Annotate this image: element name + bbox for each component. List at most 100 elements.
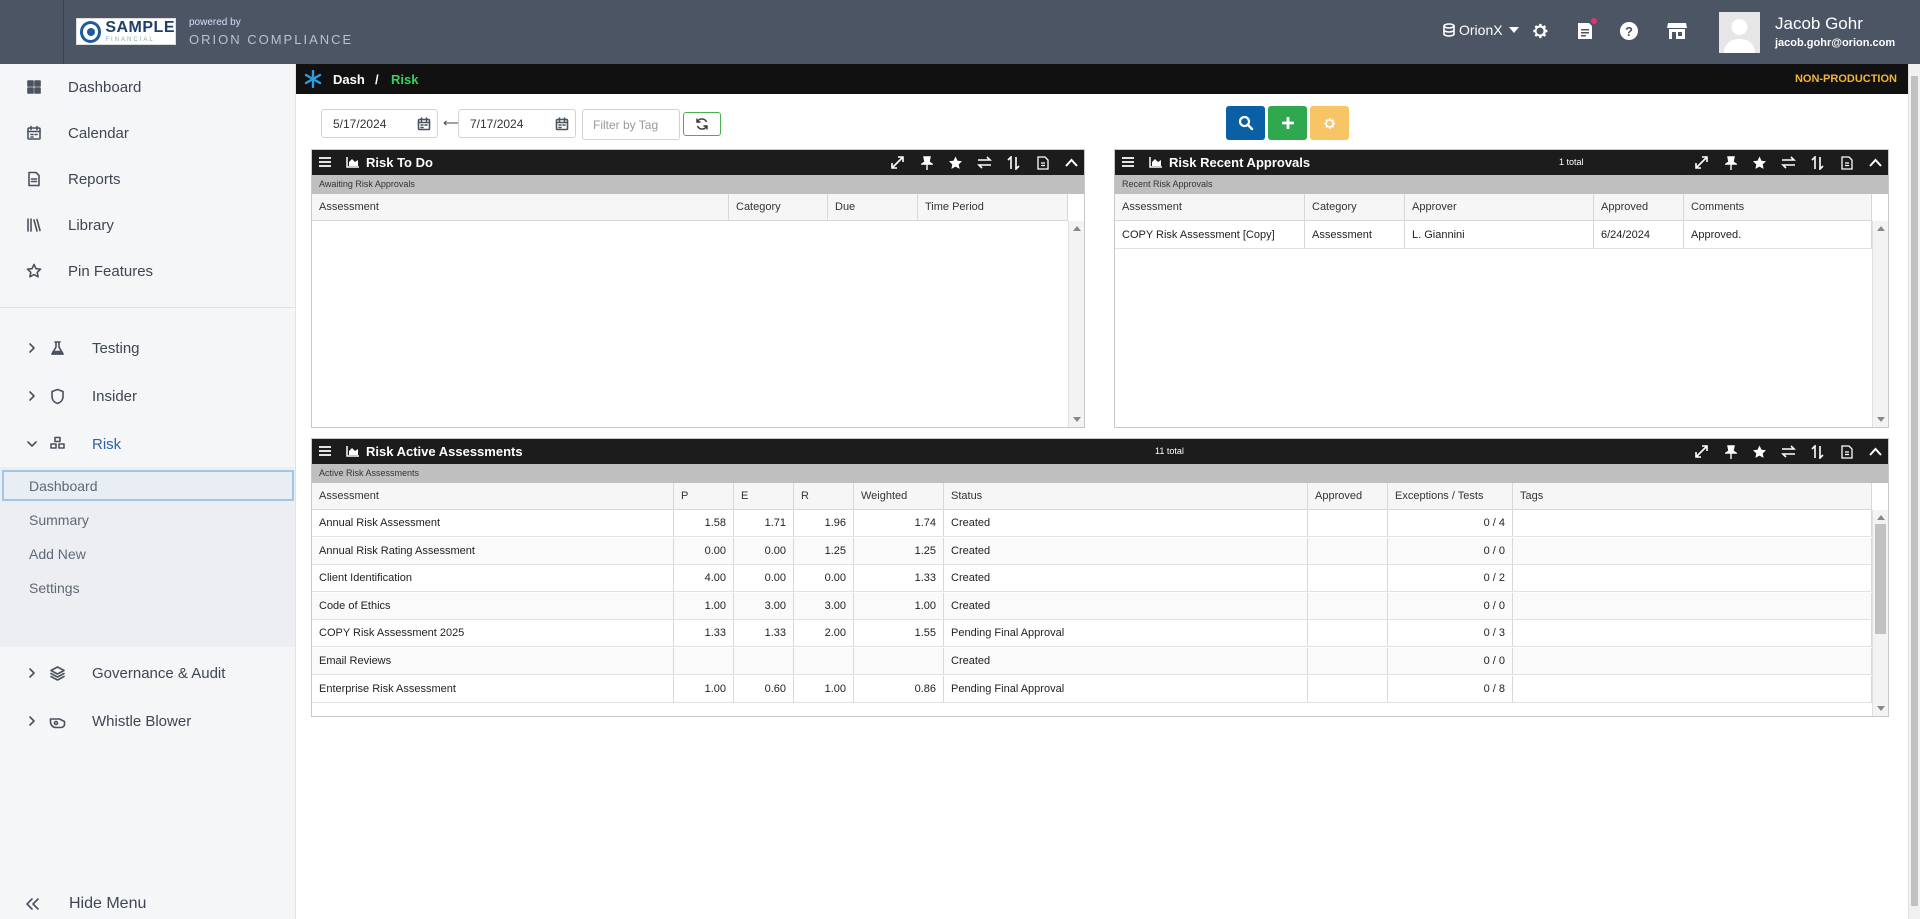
add-button[interactable] — [1268, 106, 1307, 140]
table-row[interactable]: Client Identification 4.00 0.00 0.00 1.33 Cre… — [312, 565, 1872, 593]
column-header-p[interactable]: P — [674, 483, 734, 509]
page-scrollbar-thumb[interactable] — [1911, 76, 1918, 906]
cell-weighted: 1.33 — [854, 565, 944, 592]
expand-icon[interactable] — [889, 154, 906, 171]
pin-icon[interactable] — [1722, 154, 1739, 171]
column-header-e[interactable]: E — [734, 483, 794, 509]
table-row[interactable]: Annual Risk Rating Assessment 0.00 0.00 1.2… — [312, 537, 1872, 565]
table-row[interactable]: COPY Risk Assessment 2025 1.33 1.33 2.00 1.5… — [312, 620, 1872, 648]
start-date-input[interactable]: 5/17/2024 — [321, 109, 438, 138]
scroll-up-icon[interactable] — [1877, 226, 1885, 231]
export-document-icon[interactable] — [1838, 443, 1855, 460]
export-document-icon[interactable] — [1838, 154, 1855, 171]
subnav-item-dashboard[interactable]: Dashboard — [2, 470, 294, 501]
notes-icon[interactable] — [1574, 17, 1598, 42]
column-header-due[interactable]: Due — [828, 194, 918, 220]
expand-icon[interactable] — [1693, 154, 1710, 171]
search-button[interactable] — [1226, 106, 1265, 140]
collapse-icon[interactable] — [1867, 443, 1884, 460]
star-icon[interactable] — [1751, 443, 1768, 460]
avatar[interactable] — [1719, 12, 1760, 53]
column-header-approver[interactable]: Approver — [1405, 194, 1594, 220]
sidebar-item-library[interactable]: Library — [0, 205, 295, 245]
sidebar-group-governance-audit[interactable]: Governance & Audit — [0, 653, 295, 693]
scroll-thumb[interactable] — [1875, 524, 1886, 634]
scroll-down-icon[interactable] — [1877, 706, 1885, 711]
sidebar-group-testing[interactable]: Testing — [0, 328, 295, 368]
pin-icon[interactable] — [918, 154, 935, 171]
database-selector[interactable]: OrionX — [1443, 22, 1519, 38]
column-header-assessment[interactable]: Assessment — [1115, 194, 1305, 220]
star-icon[interactable] — [947, 154, 964, 171]
column-header-tags[interactable]: Tags — [1513, 483, 1872, 509]
page-scrollbar[interactable] — [1908, 64, 1920, 919]
calendar-icon[interactable] — [417, 117, 431, 131]
star-icon[interactable] — [1751, 154, 1768, 171]
sidebar-item-calendar[interactable]: Calendar — [0, 113, 295, 153]
cell-exceptions-tests: 0 / 8 — [1388, 675, 1513, 702]
sort-vertical-icon[interactable] — [1809, 154, 1826, 171]
hamburger-menu-icon[interactable] — [318, 156, 332, 168]
grid-scrollbar[interactable] — [1872, 510, 1888, 716]
table-row[interactable]: Annual Risk Assessment 1.58 1.71 1.96 1.74 Cr… — [312, 510, 1872, 537]
table-row[interactable]: Enterprise Risk Assessment 1.00 0.60 1.00 0.… — [312, 675, 1872, 703]
column-header-time-period[interactable]: Time Period — [918, 194, 1068, 220]
sidebar-item-reports[interactable]: Reports — [0, 159, 295, 199]
table-row[interactable]: Email Reviews Created 0 / 0 — [312, 648, 1872, 675]
swap-horizontal-icon[interactable] — [1780, 443, 1797, 460]
collapse-icon[interactable] — [1867, 154, 1884, 171]
pin-icon[interactable] — [1722, 443, 1739, 460]
breadcrumb-dash[interactable]: Dash — [333, 72, 365, 87]
column-header-assessment[interactable]: Assessment — [312, 483, 674, 509]
export-document-icon[interactable] — [1034, 154, 1051, 171]
cell-exceptions-tests: 0 / 3 — [1388, 620, 1513, 647]
sidebar-item-label: Calendar — [68, 124, 129, 142]
subnav-item-summary[interactable]: Summary — [2, 504, 294, 535]
end-date-input[interactable]: 7/17/2024 — [458, 109, 576, 138]
sidebar-item-dashboard[interactable]: Dashboard — [0, 67, 295, 107]
table-row[interactable]: Code of Ethics 1.00 3.00 3.00 1.00 Created 0 /… — [312, 592, 1872, 620]
column-header-weighted[interactable]: Weighted — [854, 483, 944, 509]
gear-icon[interactable] — [1529, 20, 1551, 42]
hide-menu-button[interactable]: Hide Menu — [0, 884, 295, 919]
subnav-item-add-new[interactable]: Add New — [2, 538, 294, 569]
column-header-r[interactable]: R — [794, 483, 854, 509]
sidebar-group-whistle-blower[interactable]: Whistle Blower — [0, 701, 295, 741]
grid-scrollbar[interactable] — [1872, 221, 1888, 427]
column-header-status[interactable]: Status — [944, 483, 1308, 509]
column-header-category[interactable]: Category — [1305, 194, 1405, 220]
scroll-down-icon[interactable] — [1073, 417, 1081, 422]
tag-filter-input[interactable]: Filter by Tag — [582, 109, 680, 140]
sidebar-group-insider[interactable]: Insider — [0, 376, 295, 416]
subnav-item-settings[interactable]: Settings — [2, 572, 294, 603]
scroll-up-icon[interactable] — [1073, 226, 1081, 231]
grid-scrollbar[interactable] — [1068, 221, 1084, 427]
scroll-up-icon[interactable] — [1877, 515, 1885, 520]
user-name[interactable]: Jacob Gohr — [1775, 14, 1863, 34]
sidebar-item-pin-features[interactable]: Pin Features — [0, 251, 295, 291]
column-header-approved[interactable]: Approved — [1594, 194, 1684, 220]
column-header-approved[interactable]: Approved — [1308, 483, 1388, 509]
company-logo[interactable]: SAMPLE FINANCIAL — [76, 18, 176, 45]
swap-horizontal-icon[interactable] — [1780, 154, 1797, 171]
collapse-icon[interactable] — [1063, 154, 1080, 171]
help-icon[interactable]: ? — [1618, 20, 1640, 42]
sort-vertical-icon[interactable] — [1809, 443, 1826, 460]
expand-icon[interactable] — [1693, 443, 1710, 460]
hamburger-menu-icon[interactable] — [318, 445, 332, 457]
store-icon[interactable] — [1666, 20, 1688, 42]
swap-horizontal-icon[interactable] — [976, 154, 993, 171]
cell-p: 0.00 — [674, 537, 734, 564]
scroll-down-icon[interactable] — [1877, 417, 1885, 422]
column-header-assessment[interactable]: Assessment — [312, 194, 729, 220]
refresh-button[interactable] — [683, 112, 721, 136]
sidebar-group-risk[interactable]: Risk — [0, 424, 295, 464]
column-header-exceptions-tests[interactable]: Exceptions / Tests — [1388, 483, 1513, 509]
sort-vertical-icon[interactable] — [1005, 154, 1022, 171]
column-header-comments[interactable]: Comments — [1684, 194, 1872, 220]
calendar-icon[interactable] — [555, 117, 569, 131]
table-row[interactable]: COPY Risk Assessment [Copy] Assessment L… — [1115, 221, 1872, 249]
settings-button[interactable] — [1310, 106, 1349, 140]
hamburger-menu-icon[interactable] — [1121, 156, 1135, 168]
column-header-category[interactable]: Category — [729, 194, 828, 220]
